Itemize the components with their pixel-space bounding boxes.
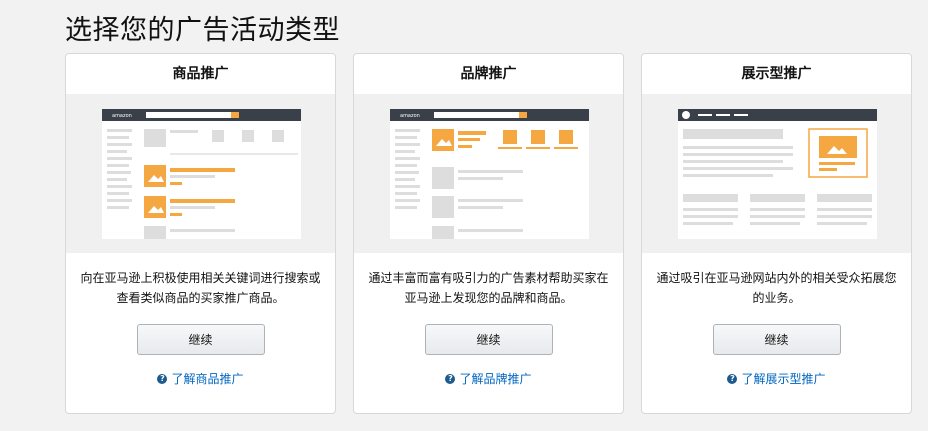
- learn-more-sponsored-products-link[interactable]: ? 了解商品推广: [66, 370, 335, 387]
- learn-more-label: 了解品牌推广: [459, 372, 532, 386]
- card-title: 展示型推广: [741, 66, 812, 82]
- learn-more-sponsored-display-link[interactable]: ? 了解展示型推广: [642, 370, 911, 387]
- continue-button-sponsored-brands[interactable]: 继续: [424, 324, 553, 355]
- learn-more-label: 了解商品推广: [171, 372, 244, 386]
- page-title: 选择您的广告活动类型: [65, 15, 340, 46]
- learn-more-label: 了解展示型推广: [741, 372, 826, 386]
- card-sponsored-display: 展示型推广 通过吸引在亚马逊网站内外的相关受众拓展您的业务。 继续 ? 了解展示…: [641, 53, 912, 414]
- continue-button-sponsored-products[interactable]: 继续: [136, 324, 265, 355]
- card-description: 通过丰富而富有吸引力的广告素材帮助买家在亚马逊上发现您的品牌和商品。: [368, 271, 609, 305]
- card-sponsored-products: 商品推广 amazon 向在亚马逊上积极使用相关关键词进行搜索或查看类似商品的买…: [65, 53, 336, 414]
- amazon-logo: amazon: [112, 113, 132, 119]
- continue-button-sponsored-display[interactable]: 继续: [712, 324, 841, 355]
- sponsored-display-illustration: [642, 94, 911, 253]
- question-circle-icon: ?: [445, 373, 456, 384]
- sponsored-brands-illustration: amazon: [354, 94, 623, 253]
- sponsored-products-illustration: amazon: [66, 94, 335, 253]
- question-circle-icon: ?: [727, 373, 738, 384]
- question-circle-icon: ?: [157, 373, 168, 384]
- card-title: 商品推广: [172, 66, 229, 82]
- card-description: 向在亚马逊上积极使用相关关键词进行搜索或查看类似商品的买家推广商品。: [80, 271, 321, 305]
- card-title: 品牌推广: [460, 66, 517, 82]
- card-description: 通过吸引在亚马逊网站内外的相关受众拓展您的业务。: [656, 271, 897, 305]
- amazon-logo: amazon: [400, 113, 420, 119]
- learn-more-sponsored-brands-link[interactable]: ? 了解品牌推广: [354, 370, 623, 387]
- card-sponsored-brands: 品牌推广 amazon 通过丰富而富有吸引力的广告素材帮助买家在亚马逊上发现您的…: [353, 53, 624, 414]
